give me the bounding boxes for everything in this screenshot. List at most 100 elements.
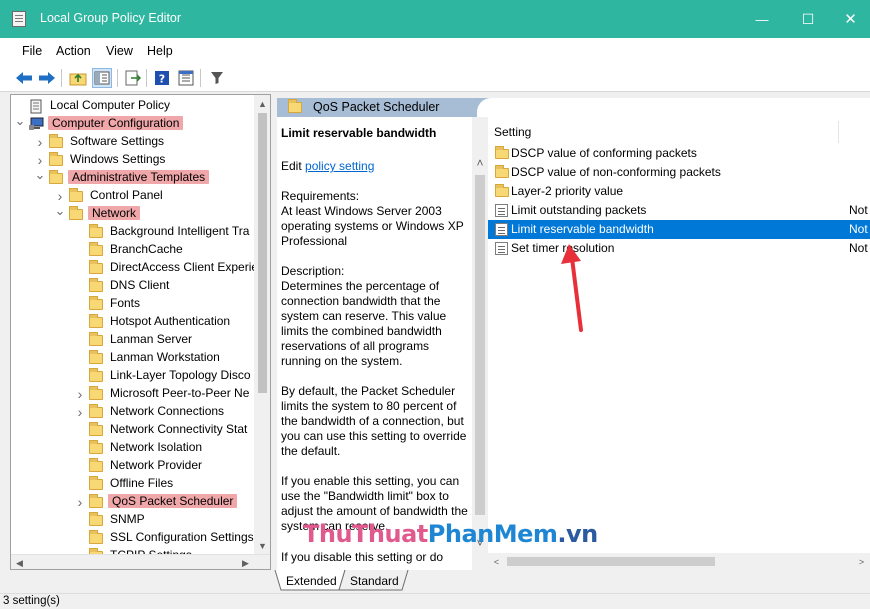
- tree-item[interactable]: Offline Files: [11, 475, 254, 493]
- chevron-down-icon[interactable]: ⌄: [54, 202, 66, 220]
- column-header-setting[interactable]: Setting: [494, 125, 531, 139]
- setting-state: Not: [849, 222, 868, 236]
- menu-file[interactable]: File: [22, 44, 42, 58]
- scroll-thumb[interactable]: [507, 557, 715, 566]
- setting-row[interactable]: Layer-2 priority value: [488, 182, 870, 201]
- tree-item[interactable]: DirectAccess Client Experie: [11, 259, 258, 277]
- group-policy-app-icon: [12, 11, 26, 27]
- scroll-up-icon[interactable]: ▲: [254, 95, 270, 112]
- tree-item-label: Hotspot Authentication: [110, 314, 231, 328]
- tree-horizontal-scrollbar[interactable]: ◀ ▶: [11, 554, 270, 569]
- properties-icon[interactable]: [176, 68, 196, 88]
- folder-icon: [89, 512, 103, 526]
- description-scrollbar[interactable]: ˄ ˅: [472, 117, 488, 570]
- show-hide-tree-icon[interactable]: [92, 68, 112, 88]
- tree-item[interactable]: › Microsoft Peer-to-Peer Ne: [11, 385, 254, 403]
- description-text: Determines the percentage of connection …: [281, 279, 447, 368]
- policy-setting-link[interactable]: policy setting: [305, 159, 374, 173]
- tree-item[interactable]: › Network Connections: [11, 403, 254, 421]
- setting-row[interactable]: Limit reservable bandwidth Not: [488, 220, 870, 239]
- folder-icon: [89, 386, 103, 400]
- scroll-left-icon[interactable]: ˂: [488, 553, 505, 570]
- close-button[interactable]: ✕: [831, 0, 870, 38]
- menu-action[interactable]: Action: [56, 44, 91, 58]
- scroll-thumb[interactable]: [475, 175, 485, 515]
- scroll-right-icon[interactable]: ▶: [237, 555, 254, 569]
- tree-item[interactable]: BranchCache: [11, 241, 254, 259]
- minimize-button[interactable]: —: [739, 0, 785, 38]
- back-arrow-icon[interactable]: [14, 68, 34, 88]
- tree-item[interactable]: SNMP: [11, 511, 254, 529]
- tree-item[interactable]: Network Connectivity Stat: [11, 421, 254, 439]
- computer-icon: [29, 117, 45, 130]
- folder-icon: [89, 278, 103, 292]
- tree-item[interactable]: › Control Panel: [11, 187, 254, 205]
- folder-icon: [495, 146, 509, 159]
- tree-item[interactable]: › QoS Packet Scheduler: [11, 493, 254, 511]
- tree-pane: Local Computer Policy ⌄ Computer Configura…: [10, 94, 271, 570]
- export-list-icon[interactable]: [123, 68, 143, 88]
- close-icon: ✕: [844, 11, 857, 28]
- menu-help[interactable]: Help: [147, 44, 173, 58]
- forward-arrow-icon[interactable]: [37, 68, 57, 88]
- help-icon[interactable]: ?: [152, 68, 172, 88]
- chevron-down-icon[interactable]: ⌄: [14, 112, 26, 130]
- tree-item[interactable]: Hotspot Authentication: [11, 313, 254, 331]
- scroll-right-icon[interactable]: ˃: [853, 553, 870, 570]
- setting-row[interactable]: DSCP value of non-conforming packets: [488, 163, 870, 182]
- chevron-right-icon[interactable]: ›: [34, 133, 46, 151]
- tree-item[interactable]: Background Intelligent Tra: [11, 223, 254, 241]
- minimize-icon: —: [755, 11, 769, 27]
- up-folder-icon[interactable]: [68, 68, 88, 88]
- scroll-left-icon[interactable]: ◀: [11, 555, 28, 569]
- tree-item[interactable]: Fonts: [11, 295, 254, 313]
- scroll-up-icon[interactable]: ˄: [472, 155, 488, 171]
- settings-list: Setting DSCP value of conforming packets…: [488, 117, 870, 570]
- tree-item[interactable]: ⌄ Network: [11, 202, 254, 223]
- tree-item[interactable]: › Software Settings: [11, 133, 254, 151]
- chevron-right-icon[interactable]: ›: [74, 403, 86, 421]
- tree-item[interactable]: Lanman Workstation: [11, 349, 254, 367]
- folder-icon: [89, 332, 103, 346]
- toolbar-separator: [61, 69, 62, 87]
- tree-item[interactable]: Local Computer Policy: [11, 97, 254, 115]
- tree-item[interactable]: SSL Configuration Settings: [11, 529, 254, 547]
- setting-row[interactable]: Limit outstanding packets Not: [488, 201, 870, 220]
- tree-item[interactable]: DNS Client: [11, 277, 254, 295]
- tree-item-label: Administrative Templates: [68, 170, 210, 184]
- default-behavior-text: By default, the Packet Scheduler limits …: [281, 384, 467, 458]
- tree-item[interactable]: Network Provider: [11, 457, 254, 475]
- tree-item-label: DirectAccess Client Experie: [110, 260, 259, 274]
- tab-standard[interactable]: Standard: [350, 574, 399, 588]
- chevron-right-icon[interactable]: ›: [74, 385, 86, 403]
- menu-view[interactable]: View: [106, 44, 133, 58]
- tree-item[interactable]: Link-Layer Topology Disco: [11, 367, 254, 385]
- tree-item[interactable]: Lanman Server: [11, 331, 254, 349]
- tree-item[interactable]: › Windows Settings: [11, 151, 254, 169]
- tree-vertical-scrollbar[interactable]: ▲ ▼: [254, 95, 270, 554]
- list-horizontal-scrollbar[interactable]: ˂ ˃: [488, 553, 870, 570]
- folder-icon: [89, 350, 103, 364]
- requirements-label: Requirements:: [281, 189, 360, 203]
- tree-item-label: Windows Settings: [70, 152, 166, 166]
- folder-icon: [495, 184, 509, 197]
- policy-icon: [29, 99, 45, 114]
- maximize-button[interactable]: ☐: [785, 0, 831, 38]
- tree-item[interactable]: Network Isolation: [11, 439, 254, 457]
- scroll-thumb[interactable]: [258, 113, 267, 393]
- policy-setting-icon: [495, 242, 508, 255]
- chevron-right-icon[interactable]: ›: [74, 493, 86, 511]
- scroll-down-icon[interactable]: ▼: [254, 537, 270, 554]
- filter-icon[interactable]: [207, 68, 227, 88]
- setting-row[interactable]: Set timer resolution Not: [488, 239, 870, 258]
- setting-name: Limit outstanding packets: [511, 203, 647, 217]
- setting-row[interactable]: DSCP value of conforming packets: [488, 144, 870, 163]
- view-tabs: Extended Standard: [272, 570, 870, 592]
- tab-extended[interactable]: Extended: [286, 574, 337, 588]
- setting-state: Not: [849, 241, 868, 255]
- tree-item[interactable]: ⌄ Computer Configuration: [11, 112, 254, 133]
- window-title: Local Group Policy Editor: [40, 11, 182, 25]
- chevron-down-icon[interactable]: ⌄: [34, 166, 46, 184]
- tree-item[interactable]: ⌄ Administrative Templates: [11, 166, 254, 187]
- tree-item-label: Fonts: [110, 296, 141, 310]
